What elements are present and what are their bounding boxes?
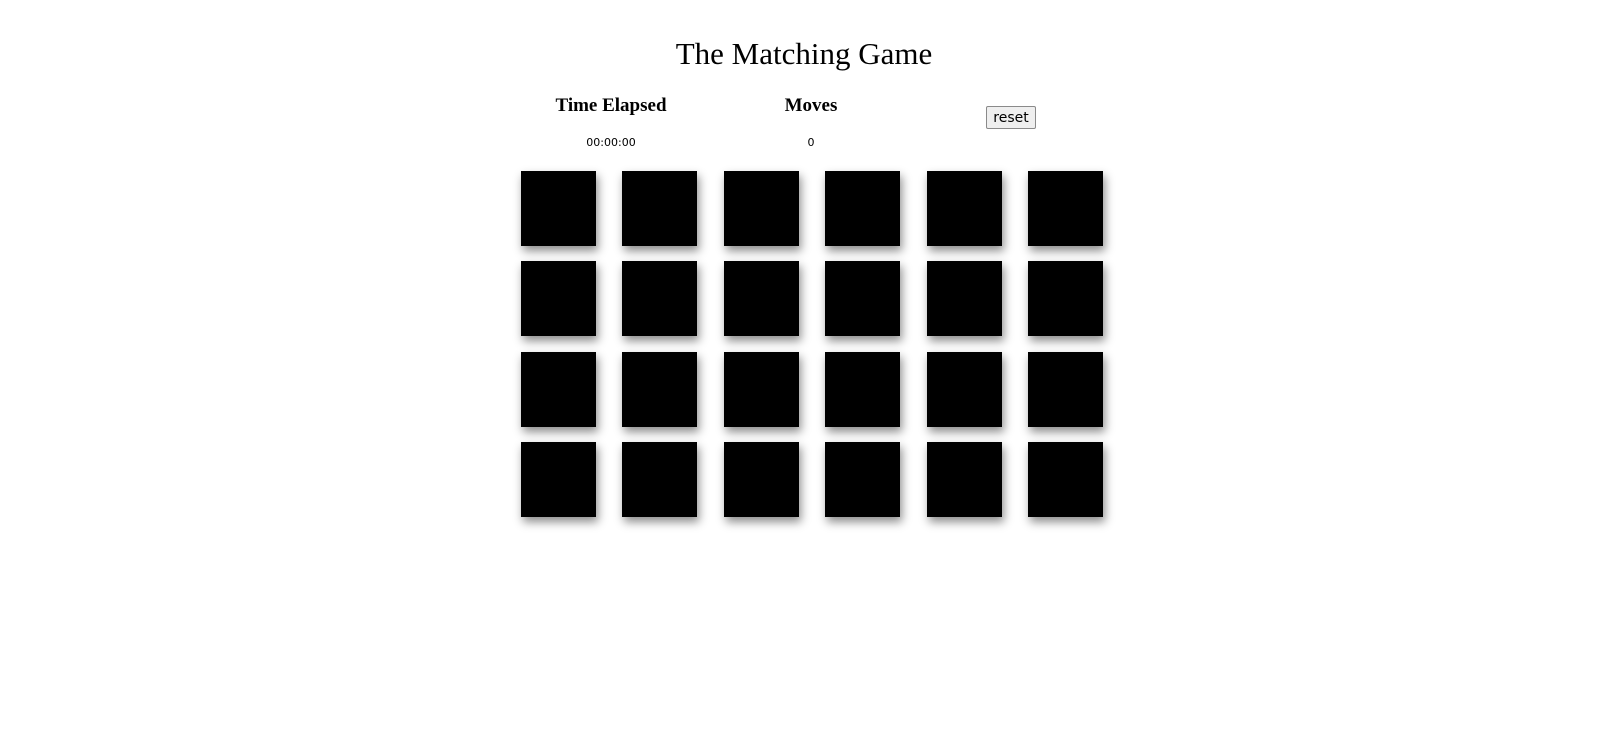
card[interactable] [926, 261, 1002, 337]
game-title: The Matching Game [675, 36, 933, 71]
card[interactable] [825, 261, 901, 337]
card[interactable] [926, 441, 1002, 517]
card[interactable] [825, 171, 901, 246]
card[interactable] [622, 261, 698, 337]
card[interactable] [521, 171, 596, 246]
reset-button[interactable]: reset [986, 106, 1036, 129]
card[interactable] [1027, 261, 1103, 337]
time-elapsed-value: 00:00:00 [586, 136, 636, 149]
card[interactable] [1027, 441, 1103, 517]
card[interactable] [825, 351, 901, 427]
card[interactable] [521, 261, 596, 337]
card-board [521, 171, 1103, 517]
card[interactable] [622, 351, 698, 427]
time-elapsed-label: Time Elapsed [555, 95, 667, 116]
card[interactable] [825, 441, 901, 517]
card[interactable] [723, 261, 799, 337]
card[interactable] [521, 441, 596, 517]
card[interactable] [622, 171, 698, 246]
card[interactable] [521, 351, 596, 427]
card[interactable] [926, 171, 1002, 246]
card[interactable] [723, 441, 799, 517]
card[interactable] [622, 441, 698, 517]
card[interactable] [926, 351, 1002, 427]
card[interactable] [723, 171, 799, 246]
card[interactable] [1027, 171, 1103, 246]
moves-value: 0 [807, 136, 815, 149]
moves-label: Moves [784, 95, 838, 116]
card[interactable] [723, 351, 799, 427]
card[interactable] [1027, 351, 1103, 427]
